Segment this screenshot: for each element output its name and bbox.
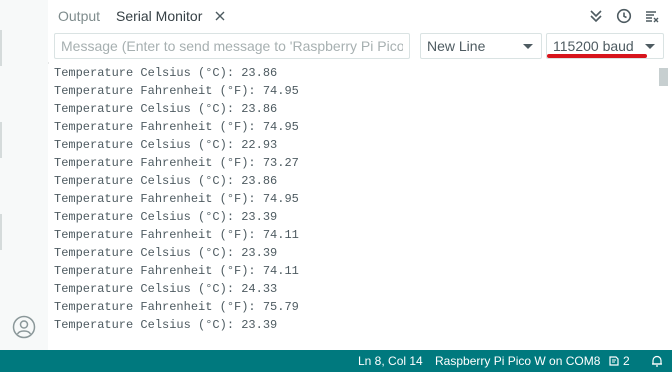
notification-icon (609, 356, 619, 366)
timestamp-clock-icon[interactable] (616, 8, 632, 24)
serial-output: Temperature Celsius (°C): 23.86 Temperat… (48, 64, 656, 350)
output-scrollbar[interactable] (656, 64, 672, 350)
chevron-down-icon (523, 44, 533, 49)
baud-highlight-underline (547, 54, 647, 58)
output-line: Temperature Fahrenheit (°F): 74.95 (54, 120, 299, 134)
output-line: Temperature Celsius (°C): 23.39 (54, 246, 278, 260)
cursor-position[interactable]: Ln 8, Col 14 (358, 350, 423, 372)
close-icon[interactable] (214, 10, 226, 22)
sidebar-marker (0, 214, 2, 250)
output-line: Temperature Fahrenheit (°F): 74.11 (54, 228, 299, 242)
profile-icon[interactable] (12, 315, 36, 339)
baud-rate-value: 115200 baud (553, 38, 634, 54)
output-line: Temperature Celsius (°C): 23.39 (54, 318, 278, 332)
left-sidebar (0, 0, 49, 350)
notifications-status[interactable]: 2 (608, 350, 630, 372)
notification-count: 2 (623, 354, 630, 368)
tab-output[interactable]: Output (58, 0, 100, 32)
output-line: Temperature Fahrenheit (°F): 74.95 (54, 192, 299, 206)
line-ending-value: New Line (427, 38, 486, 54)
output-line: Temperature Fahrenheit (°F): 74.95 (54, 84, 299, 98)
tab-output-label: Output (58, 8, 101, 24)
tab-serial-monitor[interactable]: Serial Monitor (108, 0, 235, 34)
clear-output-icon[interactable] (644, 8, 660, 24)
output-line: Temperature Celsius (°C): 24.33 (54, 282, 278, 296)
status-bar: Ln 8, Col 14 Raspberry Pi Pico W on COM8… (0, 350, 672, 372)
output-line: Temperature Fahrenheit (°F): 73.27 (54, 156, 299, 170)
chevron-down-icon (645, 44, 655, 49)
output-line: Temperature Celsius (°C): 23.86 (54, 102, 278, 116)
scrollbar-thumb[interactable] (659, 68, 668, 86)
tab-serial-monitor-label: Serial Monitor (116, 8, 203, 24)
line-ending-select[interactable]: New Line (420, 33, 542, 59)
board-port-status[interactable]: Raspberry Pi Pico W on COM8 (435, 350, 600, 372)
output-line: Temperature Fahrenheit (°F): 75.79 (54, 300, 299, 314)
output-line: Temperature Fahrenheit (°F): 74.11 (54, 264, 299, 278)
sidebar-marker (0, 122, 2, 158)
sidebar-marker (0, 30, 2, 66)
message-input[interactable] (54, 33, 410, 59)
output-line: Temperature Celsius (°C): 22.93 (54, 138, 278, 152)
toggle-autoscroll-icon[interactable] (588, 8, 604, 24)
panel-tabbar: Output Serial Monitor (48, 0, 672, 34)
output-line: Temperature Celsius (°C): 23.39 (54, 210, 278, 224)
output-line: Temperature Celsius (°C): 23.86 (54, 174, 278, 188)
output-line: Temperature Celsius (°C): 23.86 (54, 66, 278, 80)
bell-icon[interactable] (650, 354, 664, 368)
